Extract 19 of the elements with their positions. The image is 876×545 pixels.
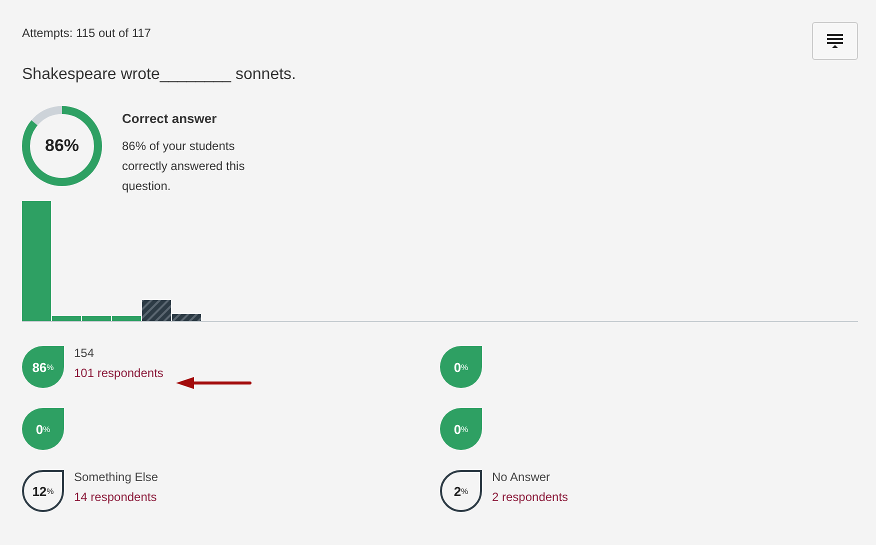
answer-label: 154 [74,346,94,360]
respondents-link[interactable]: 101 respondents [74,366,164,380]
percent-badge: 12$^{%}$ [22,470,64,512]
list-icon [827,33,843,49]
question-text: Shakespeare wrote________ sonnets. [22,66,297,84]
percent-badge: 0$^{%}$ [440,408,482,450]
answer-label: Something Else [74,470,158,484]
percent-badge: 0$^{%}$ [22,408,64,450]
score-title: Correct answer [122,111,218,126]
menu-button[interactable] [812,22,858,60]
percent-badge: 86$^{%}$ [22,346,64,388]
answer-label: No Answer [492,470,550,484]
score-description: 86% of your students correctly answered this question. [122,138,246,195]
percent-badge: 0$^{%}$ [440,346,482,388]
percent-badge: 2$^{%}$ [440,470,482,512]
attempts-count: Attempts: 115 out of 117 [22,26,151,40]
score-percent: 86% [44,136,80,156]
respondents-link[interactable]: 14 respondents [74,490,157,504]
respondents-link[interactable]: 2 respondents [492,490,568,504]
